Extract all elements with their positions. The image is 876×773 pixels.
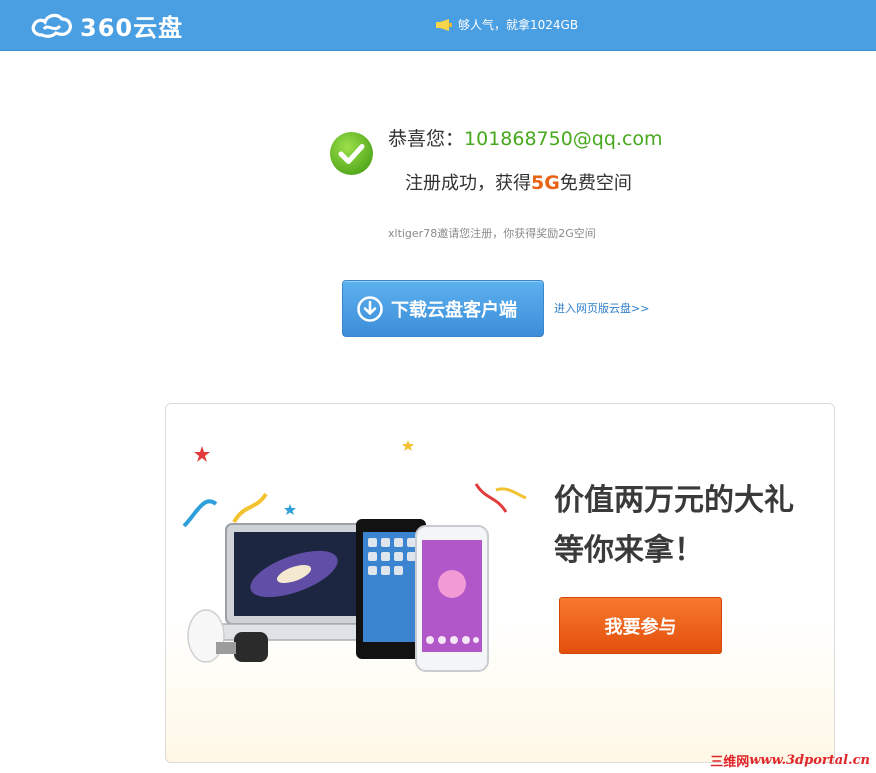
promo-title: 价值两万元的大礼 等你来拿！	[554, 476, 794, 576]
join-button[interactable]: 我要参与	[559, 597, 722, 654]
reg-prefix: 注册成功，获得	[405, 173, 531, 194]
watermark-cn: 三维网	[710, 754, 750, 770]
congrats-line: 恭喜您：101868750@qq.com	[388, 124, 663, 151]
watermark-url: www.3dportal.cn	[749, 752, 870, 768]
site-watermark: 三维网 www.3dportal.cn	[708, 751, 872, 770]
header-promo[interactable]: 够人气，就拿1024GB	[436, 16, 578, 33]
top-bar: 360云盘 够人气，就拿1024GB	[0, 0, 876, 51]
cloud-logo-icon	[31, 13, 73, 38]
download-icon	[357, 295, 383, 322]
star-icon	[402, 440, 414, 451]
download-client-button[interactable]: 下载云盘客户端	[342, 280, 544, 337]
invite-reward-text: xltiger78邀请您注册，你获得奖励2G空间	[388, 227, 596, 240]
devices-illustration	[182, 440, 527, 672]
promo-title-line2: 等你来拿！	[554, 533, 704, 568]
web-version-link[interactable]: 进入网页版云盘>>	[554, 300, 649, 316]
registration-success-line: 注册成功，获得5G免费空间	[405, 169, 632, 195]
promo-title-line1: 价值两万元的大礼	[554, 483, 794, 518]
success-check-icon	[330, 132, 373, 175]
logo-text: 360云盘	[80, 13, 184, 42]
promo-card: 价值两万元的大礼 等你来拿！ 我要参与	[165, 403, 835, 763]
congrats-label: 恭喜您：	[388, 128, 465, 150]
star-icon	[284, 504, 296, 515]
user-email: 101868750@qq.com	[464, 128, 663, 150]
star-icon	[194, 446, 210, 462]
logo[interactable]: 360云盘	[30, 9, 184, 42]
reg-suffix: 免费空间	[559, 173, 632, 194]
header-promo-text: 够人气，就拿1024GB	[458, 18, 579, 32]
megaphone-icon	[436, 18, 452, 31]
download-client-label: 下载云盘客户端	[391, 299, 517, 321]
free-space-amount: 5G	[531, 172, 560, 194]
